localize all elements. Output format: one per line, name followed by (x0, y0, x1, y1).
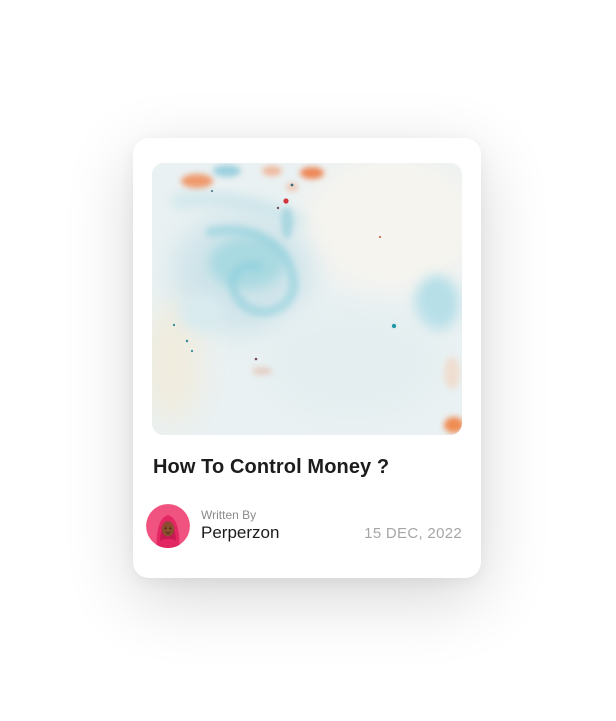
written-by-label: Written By (201, 508, 257, 522)
author-avatar[interactable] (146, 504, 190, 548)
publish-date: 15 DEC, 2022 (364, 525, 462, 542)
author-text: Written By Perperzon (201, 508, 279, 544)
author-info: Written By Perperzon (146, 504, 279, 548)
page-background: How To Control Money ? Written By Perper… (0, 0, 616, 721)
author-name[interactable]: Perperzon (201, 522, 279, 544)
article-card[interactable]: How To Control Money ? Written By Perper… (133, 138, 481, 578)
avatar-illustration-icon (146, 504, 190, 548)
cover-image (152, 163, 462, 435)
article-title[interactable]: How To Control Money ? (153, 456, 389, 479)
